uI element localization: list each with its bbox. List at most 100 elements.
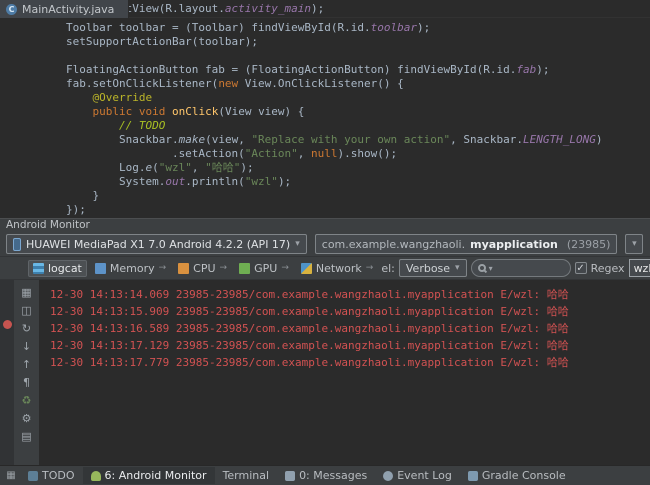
monitor-selector-row: HUAWEI MediaPad X1 7.0 Android 4.2.2 (AP… [0,232,650,256]
status-bar-items: TODO 6: Android Monitor Terminal 0: Message… [20,467,574,484]
code-line: Snackbar.make(view, "Replace with your o… [13,133,650,147]
code-line: Toolbar toolbar = (Toolbar) findViewById… [13,21,650,35]
log-line: 12-30 14:13:17.129 23985-23985/com.examp… [50,337,650,354]
device-icon [13,238,21,251]
expand-arrow-icon: → [220,263,228,273]
log-line: 12-30 14:13:16.589 23985-23985/com.examp… [50,320,650,337]
search-icon [478,264,486,272]
red-notification-icon[interactable] [3,320,12,329]
monitor-tab-gpu[interactable]: GPU → [235,260,293,277]
code-line: System.out.println("wzl"); [13,175,650,189]
log-level-label: el: [381,262,395,275]
code-line: setSupportActionBar(toolbar); [13,35,650,49]
monitor-tab-network[interactable]: Network → [297,260,377,277]
regex-checkbox[interactable] [575,262,587,274]
code-line: } [13,189,650,203]
log-level-select[interactable]: Verbose ▾ [399,259,467,277]
log-line: 12-30 14:13:15.909 23985-23985/com.examp… [50,303,650,320]
code-line: FloatingActionButton fab = (FloatingActi… [13,63,650,77]
regex-option[interactable]: Regex [575,262,625,275]
statusbar-item-label: Gradle Console [482,469,566,482]
gradle-icon [468,471,478,481]
editor-tab-bar: setContentView(R.layout.activity_main); … [0,0,650,18]
process-dropdown-button[interactable]: ▾ [625,234,643,254]
soft-wrap-icon[interactable]: ¶ [19,376,35,389]
messages-icon [285,471,295,481]
clear-log-icon[interactable]: ▦ [19,286,35,299]
settings-icon[interactable]: ⚙ [19,412,35,425]
device-selector[interactable]: HUAWEI MediaPad X1 7.0 Android 4.2.2 (AP… [6,234,307,254]
statusbar-item-label: TODO [42,469,75,482]
process-name: myapplication [470,238,558,251]
code-line: public void onClick(View view) { [13,105,650,119]
logcat-filter-input[interactable] [629,259,650,277]
log-line: 12-30 14:13:17.779 23985-23985/com.examp… [50,354,650,371]
chevron-down-icon: ▾ [489,264,493,273]
android-monitor-header[interactable]: Android Monitor [0,218,650,232]
scroll-down-icon[interactable]: ↓ [19,340,35,353]
monitor-tab-cpu[interactable]: CPU → [174,260,231,277]
process-selector[interactable]: com.example.wangzhaoli. myapplication (23… [315,234,618,254]
monitor-tab-label: GPU [254,262,277,275]
android-icon [91,471,101,481]
tool-window-switcher-icon[interactable]: ▦ [4,470,18,481]
code-line: .setAction("Action", null).show(); [13,147,650,161]
statusbar-item-label: 6: Android Monitor [105,469,207,482]
logcat-log-list[interactable]: 12-30 14:13:14.069 23985-23985/com.examp… [40,280,650,465]
event-log-icon [383,471,393,481]
monitor-tab-label: CPU [193,262,215,275]
monitor-tab-logcat[interactable]: logcat [28,260,87,277]
statusbar-item-6-android-monitor[interactable]: 6: Android Monitor [83,467,215,484]
logcat-side-toolbar: ▦ ◫ ↻ ↓ ↑ ¶ ♻ ⚙ ▤ [14,280,40,465]
pause-output-icon[interactable]: ◫ [19,304,35,317]
logcat-toolbar: logcat Memory → CPU → GPU → Network → el: Verbos… [0,256,650,279]
code-line [13,49,650,63]
expand-arrow-icon: → [281,263,289,273]
code-line: // TODO [13,119,650,133]
monitor-tab-memory[interactable]: Memory → [91,260,170,277]
android-studio-window: setContentView(R.layout.activity_main); … [0,0,650,485]
chevron-down-icon: ▾ [455,263,460,273]
scroll-up-icon[interactable]: ↑ [19,358,35,371]
statusbar-item-todo[interactable]: TODO [20,467,83,484]
cpu-icon [178,263,189,274]
statusbar-item-label: Terminal [223,469,270,482]
process-pid: (23985) [567,238,611,251]
editor-tab-mainactivity[interactable]: MainActivity.java [0,0,129,18]
regex-label: Regex [591,262,625,275]
expand-arrow-icon: → [366,263,374,273]
chevron-down-icon: ▾ [295,239,300,249]
restart-icon[interactable]: ↻ [19,322,35,335]
expand-arrow-icon: → [159,263,167,273]
gc-icon[interactable]: ♻ [19,394,35,407]
monitor-tab-label: logcat [48,262,82,275]
logcat-output-area: ▦ ◫ ↻ ↓ ↑ ¶ ♻ ⚙ ▤ 12-30 14:13:14.069 23985-23985… [0,279,650,465]
monitor-tabs: logcat Memory → CPU → GPU → Network → [28,260,377,277]
print-icon[interactable]: ▤ [19,430,35,443]
statusbar-item-event-log[interactable]: Event Log [375,467,460,484]
logcat-search-box[interactable]: ▾ [471,259,571,277]
statusbar-item-gradle-console[interactable]: Gradle Console [460,467,574,484]
todo-icon [28,471,38,481]
monitor-tab-label: Network [316,262,362,275]
logcat-search-input[interactable] [496,262,564,275]
monitor-tab-label: Memory [110,262,155,275]
device-selector-value: HUAWEI MediaPad X1 7.0 Android 4.2.2 (AP… [26,238,290,251]
process-package-prefix: com.example.wangzhaoli. [322,238,465,251]
memory-icon [95,263,106,274]
editor-tab-title: MainActivity.java [22,3,114,16]
status-bar: ▦ TODO 6: Android Monitor Terminal 0: Messa… [0,465,650,485]
android-monitor-panel: Android Monitor HUAWEI MediaPad X1 7.0 A… [0,218,650,465]
statusbar-item-terminal[interactable]: Terminal [215,467,278,484]
left-tool-stripe [0,280,14,465]
java-class-icon [6,4,17,15]
statusbar-item-label: 0: Messages [299,469,367,482]
gpu-icon [239,263,250,274]
network-icon [301,263,312,274]
code-editor[interactable]: Toolbar toolbar = (Toolbar) findViewById… [0,18,650,218]
code-line: Log.e("wzl", "哈哈"); [13,161,650,175]
logcat-icon [33,263,44,274]
code-line: @Override [13,91,650,105]
statusbar-item-0-messages[interactable]: 0: Messages [277,467,375,484]
chevron-down-icon: ▾ [632,239,637,249]
